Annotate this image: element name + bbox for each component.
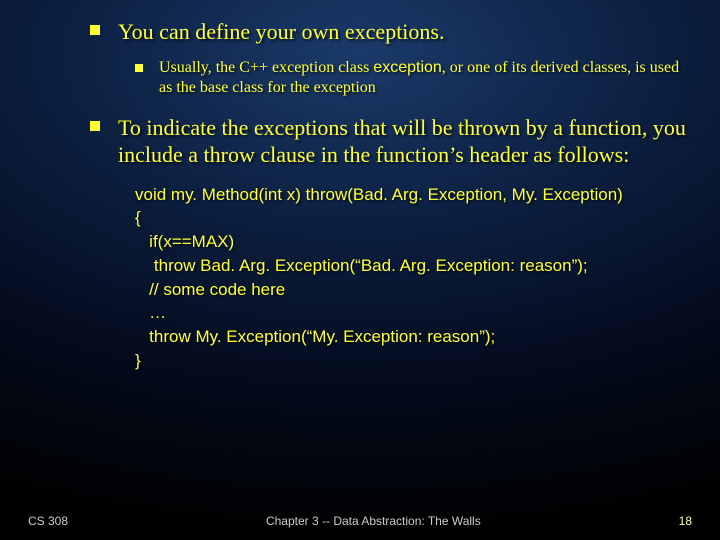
code-line: throw My. Exception(“My. Exception: reas… <box>135 325 690 349</box>
code-line: { <box>135 206 690 230</box>
bullet-row-1: You can define your own exceptions. <box>30 18 690 46</box>
bullet-row-2: To indicate the exceptions that will be … <box>30 114 690 169</box>
code-line: if(x==MAX) <box>135 230 690 254</box>
square-bullet-icon <box>90 25 100 35</box>
code-block: void my. Method(int x) throw(Bad. Arg. E… <box>135 183 690 373</box>
footer-page-number: 18 <box>679 514 692 528</box>
square-bullet-icon <box>135 64 143 72</box>
code-line: void my. Method(int x) throw(Bad. Arg. E… <box>135 183 690 207</box>
code-line: // some code here <box>135 278 690 302</box>
code-line: … <box>135 301 690 325</box>
bullet-row-1a: Usually, the C++ exception class excepti… <box>30 58 690 98</box>
square-bullet-icon <box>90 121 100 131</box>
footer: CS 308 Chapter 3 -- Data Abstraction: Th… <box>0 514 720 528</box>
bullet-1a-text: Usually, the C++ exception class excepti… <box>159 58 690 98</box>
bullet-1a-code: exception <box>373 59 442 76</box>
footer-chapter: Chapter 3 -- Data Abstraction: The Walls <box>68 514 679 528</box>
code-line: throw Bad. Arg. Exception(“Bad. Arg. Exc… <box>135 254 690 278</box>
bullet-1a-pre: Usually, the C++ exception class <box>159 59 373 76</box>
slide: You can define your own exceptions. Usua… <box>0 0 720 540</box>
bullet-2-text: To indicate the exceptions that will be … <box>118 114 690 169</box>
footer-course: CS 308 <box>28 514 68 528</box>
bullet-1-text: You can define your own exceptions. <box>118 18 444 46</box>
code-line: } <box>135 349 690 373</box>
